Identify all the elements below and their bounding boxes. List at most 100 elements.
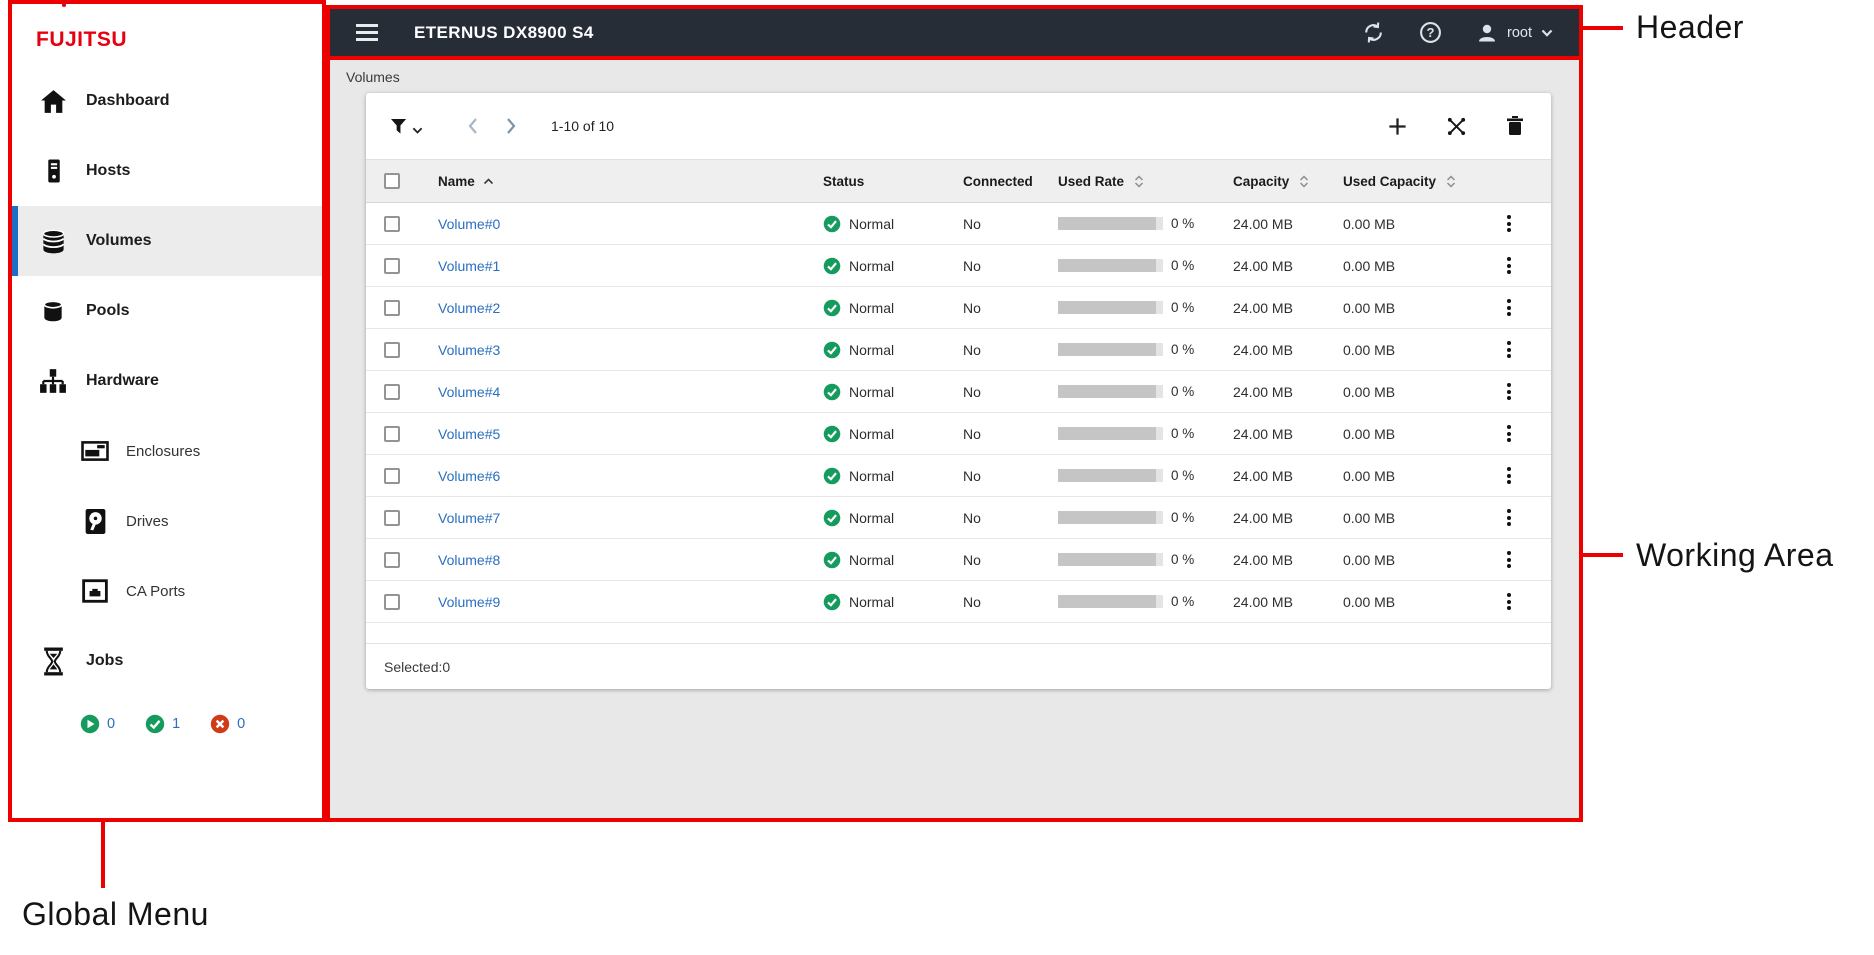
row-menu-kebab-icon[interactable] [1503,463,1515,488]
sidebar-item-enclosures[interactable]: Enclosures [12,416,322,486]
jobs-summary: 0 1 0 [12,696,322,752]
column-header-used-capacity[interactable]: Used Capacity [1327,174,1467,189]
volume-name-link[interactable]: Volume#0 [438,216,500,232]
row-menu-kebab-icon[interactable] [1503,421,1515,446]
status-normal-icon [823,341,841,359]
volume-name-link[interactable]: Volume#2 [438,300,500,316]
row-checkbox[interactable] [384,510,400,526]
row-checkbox[interactable] [384,258,400,274]
row-checkbox[interactable] [384,216,400,232]
row-menu-kebab-icon[interactable] [1503,211,1515,236]
connected-value: No [963,426,981,442]
delete-volume-button[interactable] [1505,115,1525,137]
sidebar-item-pools[interactable]: Pools [12,276,322,346]
sidebar-item-dashboard[interactable]: Dashboard [12,66,322,136]
row-menu-kebab-icon[interactable] [1503,253,1515,278]
status-normal-icon [823,467,841,485]
map-volume-button[interactable] [1446,116,1467,137]
used-rate-value: 0 % [1171,468,1194,483]
row-checkbox[interactable] [384,300,400,316]
sidebar-item-hardware[interactable]: Hardware [12,346,322,416]
jobs-running-count[interactable]: 0 [80,714,115,734]
row-checkbox[interactable] [384,384,400,400]
row-menu-kebab-icon[interactable] [1503,295,1515,320]
row-menu-kebab-icon[interactable] [1503,547,1515,572]
volume-name-link[interactable]: Volume#4 [438,384,500,400]
jobs-succeeded-count[interactable]: 1 [145,714,180,734]
used-rate-value: 0 % [1171,594,1194,609]
used-capacity-value: 0.00 MB [1343,216,1395,232]
page-next-button[interactable] [505,117,517,135]
user-menu[interactable]: root [1476,22,1553,44]
sidebar-item-volumes[interactable]: Volumes [12,206,322,276]
used-rate-value: 0 % [1171,216,1194,231]
column-header-name[interactable]: Name [422,174,807,189]
drive-icon [78,508,112,535]
connected-value: No [963,594,981,610]
home-icon [36,89,70,114]
status-text: Normal [849,510,894,526]
status-normal-icon [823,593,841,611]
used-rate-bar [1058,553,1163,566]
used-rate-value: 0 % [1171,510,1194,525]
column-header-capacity[interactable]: Capacity [1217,174,1327,189]
connected-value: No [963,258,981,274]
used-rate-bar [1058,469,1163,482]
hamburger-menu-icon[interactable] [356,24,378,41]
status-normal-icon [823,383,841,401]
sidebar-item-ca-ports[interactable]: CA Ports [12,556,322,626]
connected-value: No [963,384,981,400]
sort-ascending-icon [483,178,494,185]
sidebar-item-hosts[interactable]: Hosts [12,136,322,206]
capacity-value: 24.00 MB [1233,216,1293,232]
used-capacity-value: 0.00 MB [1343,258,1395,274]
app-title: ETERNUS DX8900 S4 [414,23,594,43]
row-checkbox[interactable] [384,468,400,484]
volume-name-link[interactable]: Volume#5 [438,426,500,442]
volume-name-link[interactable]: Volume#3 [438,342,500,358]
sidebar-item-drives[interactable]: Drives [12,486,322,556]
sidebar-item-jobs[interactable]: Jobs [12,626,322,696]
refresh-icon[interactable] [1362,21,1385,44]
row-menu-kebab-icon[interactable] [1503,589,1515,614]
status-normal-icon [823,425,841,443]
help-icon[interactable]: ? [1419,21,1442,44]
used-capacity-value: 0.00 MB [1343,510,1395,526]
used-rate-value: 0 % [1171,384,1194,399]
status-text: Normal [849,216,894,232]
row-checkbox[interactable] [384,594,400,610]
used-capacity-value: 0.00 MB [1343,426,1395,442]
global-menu-nav: Dashboard Hosts Volumes Pools Hardware [12,66,322,752]
row-checkbox[interactable] [384,342,400,358]
row-checkbox[interactable] [384,426,400,442]
row-menu-kebab-icon[interactable] [1503,379,1515,404]
filter-button[interactable] [390,118,423,135]
capacity-value: 24.00 MB [1233,426,1293,442]
row-menu-kebab-icon[interactable] [1503,337,1515,362]
volume-name-link[interactable]: Volume#1 [438,258,500,274]
connected-value: No [963,468,981,484]
connected-value: No [963,216,981,232]
global-menu-callout-line [101,822,105,888]
header-callout-label: Header [1636,9,1744,46]
error-circle-icon [210,714,230,734]
connected-value: No [963,300,981,316]
user-name: root [1507,25,1532,41]
column-header-used-rate[interactable]: Used Rate [1042,174,1217,189]
volume-name-link[interactable]: Volume#8 [438,552,500,568]
user-icon [1476,22,1498,44]
used-capacity-value: 0.00 MB [1343,300,1395,316]
row-menu-kebab-icon[interactable] [1503,505,1515,530]
chevron-left-icon [467,117,479,135]
add-volume-button[interactable] [1387,116,1408,137]
used-rate-value: 0 % [1171,258,1194,273]
fujitsu-logo: FUJITSU [12,4,322,58]
enclosure-icon [78,440,112,462]
volume-name-link[interactable]: Volume#6 [438,468,500,484]
volume-name-link[interactable]: Volume#7 [438,510,500,526]
page-previous-button[interactable] [467,117,479,135]
row-checkbox[interactable] [384,552,400,568]
select-all-checkbox[interactable] [384,173,400,189]
jobs-failed-count[interactable]: 0 [210,714,245,734]
volume-name-link[interactable]: Volume#9 [438,594,500,610]
